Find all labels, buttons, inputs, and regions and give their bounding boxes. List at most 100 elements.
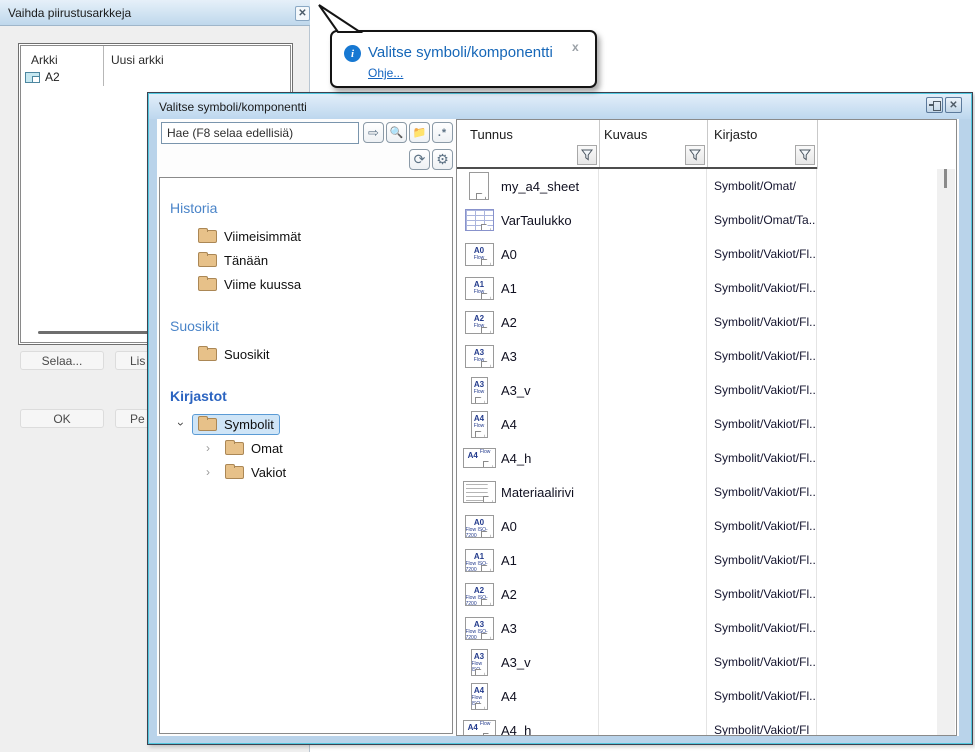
cell-kirjasto: Symbolit/Vakiot/Fl... xyxy=(707,611,817,645)
cell-kirjasto: Symbolit/Omat/Ta... xyxy=(707,203,817,237)
vertical-scrollbar-track[interactable] xyxy=(937,121,955,736)
cell-kirjasto: Symbolit/Vakiot/Fl... xyxy=(707,339,817,373)
folder-icon xyxy=(198,348,217,361)
page-fold-icon xyxy=(481,259,491,266)
filter-button-tunnus[interactable] xyxy=(577,145,597,165)
chevron-icon[interactable]: › xyxy=(197,441,219,455)
symbol-thumbnail-icon: A1Flow ISO-7200 xyxy=(457,549,501,572)
refresh-icon: ⟳ xyxy=(414,151,426,168)
tree-section-header: Kirjastot xyxy=(170,388,452,404)
regex-icon: .* xyxy=(438,127,447,139)
tree-item[interactable]: › Symbolit xyxy=(170,412,452,436)
header-separator xyxy=(817,120,818,169)
list-item[interactable]: A2 xyxy=(25,70,60,84)
cell-tunnus: A4Flow A4 xyxy=(457,407,599,441)
table-row[interactable]: A0Flow A0 Symbolit/Vakiot/Fl... xyxy=(457,237,938,271)
chevron-icon[interactable]: › xyxy=(174,413,188,435)
table-row[interactable]: A3Flow ISO-7200 A3 Symbolit/Vakiot/Fl... xyxy=(457,611,938,645)
browse-button[interactable]: Selaa... xyxy=(20,351,104,370)
tree-item[interactable]: › Tänään xyxy=(170,248,452,272)
search-input[interactable] xyxy=(161,122,359,144)
tooltip-title: Valitse symboli/komponentti xyxy=(368,44,553,61)
table-row[interactable]: A3Flow A3_v Symbolit/Vakiot/Fl... xyxy=(457,373,938,407)
cell-kirjasto: Symbolit/Vakiot/Fl... xyxy=(707,543,817,577)
table-row[interactable]: A4Flow A4 Symbolit/Vakiot/Fl... xyxy=(457,407,938,441)
column-header-kuvaus[interactable]: Kuvaus xyxy=(604,127,647,142)
cell-tunnus: A3Flow A3_v xyxy=(457,373,599,407)
open-folder-button[interactable]: 📁 xyxy=(409,122,430,143)
cell-tunnus: A4Flow A4_h xyxy=(457,441,599,475)
table-row[interactable]: my_a4_sheet Symbolit/Omat/ xyxy=(457,169,938,203)
symbol-thumbnail-icon xyxy=(457,172,501,200)
table-row[interactable]: A2Flow ISO-7200 A2 Symbolit/Vakiot/Fl... xyxy=(457,577,938,611)
tree-item[interactable]: › Viimeisimmät xyxy=(170,224,452,248)
cell-kuvaus xyxy=(599,441,707,475)
row-label: A0 xyxy=(501,247,517,262)
row-label: A1 xyxy=(501,281,517,296)
chevron-icon[interactable]: › xyxy=(197,465,219,479)
magnifier-icon: 🔍 xyxy=(390,126,404,139)
cell-tunnus: A1Flow ISO-7200 A1 xyxy=(457,543,599,577)
column-header-kirjasto[interactable]: Kirjasto xyxy=(714,127,757,142)
cell-kirjasto: Symbolit/Vakiot/Fl... xyxy=(707,475,817,509)
filter-button-kirjasto[interactable] xyxy=(795,145,815,165)
row-label: A3_v xyxy=(501,383,531,398)
table-row[interactable]: A0Flow ISO-7200 A0 Symbolit/Vakiot/Fl... xyxy=(457,509,938,543)
refresh-button[interactable]: ⟳ xyxy=(409,149,430,170)
cell-kuvaus xyxy=(599,679,707,713)
folder-icon: 📁 xyxy=(413,126,427,139)
row-label: Materiaalirivi xyxy=(501,485,574,500)
table-row[interactable]: A1Flow A1 Symbolit/Vakiot/Fl... xyxy=(457,271,938,305)
cell-tunnus: A4Flow ISO A4 xyxy=(457,679,599,713)
dialog1-close-button[interactable]: ✕ xyxy=(295,6,310,21)
tooltip-close-icon[interactable]: x xyxy=(572,40,579,54)
info-icon: i xyxy=(344,45,361,62)
table-row[interactable]: A4Flow A4_h Symbolit/Vakiot/Fl... xyxy=(457,441,938,475)
table-row[interactable]: A3Flow ISO A3_v Symbolit/Vakiot/Fl... xyxy=(457,645,938,679)
table-row[interactable]: VarTaulukko Symbolit/Omat/Ta... xyxy=(457,203,938,237)
arrow-right-icon: ⇨ xyxy=(368,125,379,141)
cell-kirjasto: Symbolit/Vakiot/Fl... xyxy=(707,407,817,441)
cell-tunnus: A3Flow A3 xyxy=(457,339,599,373)
library-tree-panel[interactable]: Historia › Viimeisimmät › Tänään › Viime… xyxy=(159,177,453,734)
symbol-thumbnail-icon: A4Flow xyxy=(457,720,501,736)
pin-button[interactable] xyxy=(926,97,943,113)
tree-item[interactable]: › Vakiot xyxy=(197,460,452,484)
folder-icon xyxy=(198,230,217,243)
table-row[interactable]: Materiaalirivi Symbolit/Vakiot/Fl... xyxy=(457,475,938,509)
settings-button[interactable]: ⚙ xyxy=(432,149,453,170)
pin-icon xyxy=(929,101,940,110)
tree-section-header: Historia xyxy=(170,200,452,216)
tree-item-label: Vakiot xyxy=(251,465,286,480)
dialog2-close-button[interactable]: ✕ xyxy=(945,97,962,113)
column-separator xyxy=(103,46,104,86)
row-label: A3 xyxy=(501,621,517,636)
search-go-button[interactable]: ⇨ xyxy=(363,122,384,143)
column-header-tunnus[interactable]: Tunnus xyxy=(470,127,513,142)
filter-button-kuvaus[interactable] xyxy=(685,145,705,165)
tree-item[interactable]: › Suosikit xyxy=(170,342,452,366)
tree-item-label: Symbolit xyxy=(224,417,274,432)
search-button[interactable]: 🔍 xyxy=(386,122,407,143)
regex-button[interactable]: .* xyxy=(432,122,453,143)
dialog1-titlebar[interactable]: Vaihda piirustusarkkeja xyxy=(0,0,310,26)
cell-kuvaus xyxy=(599,339,707,373)
table-row[interactable]: A1Flow ISO-7200 A1 Symbolit/Vakiot/Fl... xyxy=(457,543,938,577)
folder-icon xyxy=(198,278,217,291)
tree-item[interactable]: › Omat xyxy=(197,436,452,460)
folder-icon xyxy=(225,466,244,479)
tree-item[interactable]: › Viime kuussa xyxy=(170,272,452,296)
funnel-icon xyxy=(689,149,701,161)
table-row[interactable]: A3Flow A3 Symbolit/Vakiot/Fl... xyxy=(457,339,938,373)
symbol-thumbnail-icon: A4Flow xyxy=(457,411,501,438)
table-row[interactable]: A2Flow A2 Symbolit/Vakiot/Fl... xyxy=(457,305,938,339)
ok-button[interactable]: OK xyxy=(20,409,104,428)
help-link[interactable]: Ohje... xyxy=(368,66,403,80)
tree-section: Suosikit › Suosikit xyxy=(170,318,452,366)
cell-tunnus: my_a4_sheet xyxy=(457,169,599,203)
table-row[interactable]: A4Flow A4_h Symbolit/Vakiot/Fl xyxy=(457,713,938,736)
table-row[interactable]: A4Flow ISO A4 Symbolit/Vakiot/Fl... xyxy=(457,679,938,713)
table-header: Tunnus Kuvaus Kirjasto xyxy=(457,120,956,169)
cell-kirjasto: Symbolit/Vakiot/Fl... xyxy=(707,577,817,611)
dialog2-titlebar[interactable]: Valitse symboli/komponentti xyxy=(149,94,971,119)
